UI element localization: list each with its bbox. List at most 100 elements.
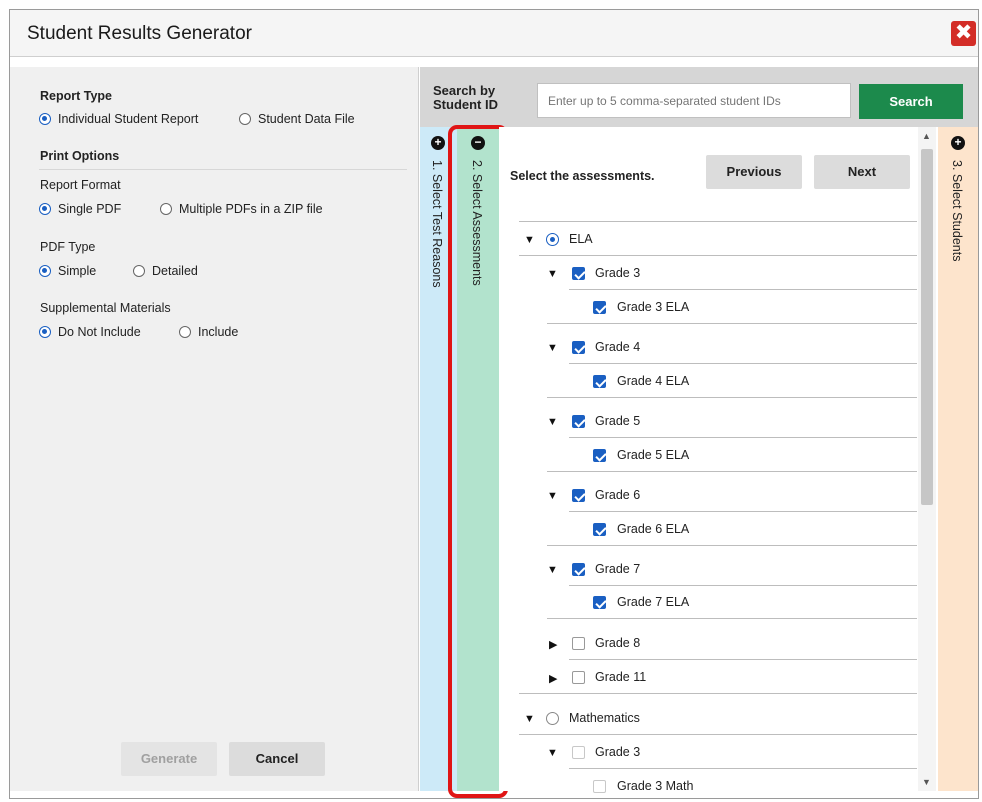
test-row[interactable]: Grade 5 ELA [547, 438, 917, 472]
assessments-panel: Select the assessments. Previous Next ▼ … [499, 127, 938, 793]
grade-label: Grade 5 [595, 414, 641, 428]
grade-row[interactable]: ▼ Grade 6 [547, 478, 917, 512]
caret-right-icon[interactable]: ▶ [549, 638, 557, 651]
test-row[interactable]: Grade 4 ELA [547, 364, 917, 398]
grade-row[interactable]: ▼ Grade 4 [547, 330, 917, 364]
checkbox-checked-icon[interactable] [593, 596, 606, 609]
checkbox-checked-icon[interactable] [572, 267, 585, 280]
radio-student-data-file[interactable]: Student Data File [239, 112, 355, 126]
test-label: Grade 6 ELA [617, 522, 690, 536]
checkbox-unchecked-icon[interactable] [572, 671, 585, 684]
test-label: Grade 5 ELA [617, 448, 690, 462]
radio-selected-icon[interactable] [546, 233, 559, 246]
step-label: 3. Select Students [950, 160, 964, 262]
scroll-up-icon[interactable]: ▲ [922, 131, 931, 141]
divider [519, 693, 917, 694]
radio-detailed[interactable]: Detailed [133, 264, 198, 278]
checkbox-checked-icon[interactable] [593, 301, 606, 314]
grade-row[interactable]: ▼ Grade 5 [547, 404, 917, 438]
student-results-dialog: Student Results Generator ✖ Report Type … [9, 9, 979, 799]
test-label: Grade 3 ELA [617, 300, 690, 314]
radio-selected-icon [39, 326, 51, 338]
radio-single-pdf[interactable]: Single PDF [39, 202, 121, 216]
pdf-type-label: PDF Type [40, 240, 96, 254]
scroll-down-icon[interactable]: ▼ [922, 777, 931, 787]
divider [547, 323, 917, 324]
test-row[interactable]: Grade 3 Math [593, 769, 917, 802]
next-button[interactable]: Next [814, 155, 910, 189]
plus-circle-icon[interactable]: + [951, 136, 965, 150]
checkbox-unchecked-icon[interactable] [572, 746, 585, 759]
plus-circle-icon[interactable]: + [431, 136, 445, 150]
scrollbar[interactable]: ▲ ▼ [918, 127, 936, 791]
grade-row[interactable]: ▶ Grade 11 [519, 660, 917, 694]
radio-selected-icon [39, 113, 51, 125]
divider [547, 397, 917, 398]
grade-row[interactable]: ▼ Grade 7 [547, 552, 917, 586]
caret-down-icon[interactable]: ▼ [547, 490, 558, 502]
search-label-line: Student ID [433, 97, 498, 112]
student-id-search-input[interactable] [537, 83, 851, 118]
checkbox-checked-icon[interactable] [572, 341, 585, 354]
subject-row-ela[interactable]: ▼ ELA [519, 222, 917, 256]
grade-row[interactable]: ▼ Grade 3 [547, 256, 917, 290]
cancel-button[interactable]: Cancel [229, 742, 325, 776]
checkbox-checked-icon[interactable] [593, 375, 606, 388]
caret-down-icon[interactable]: ▼ [547, 342, 558, 354]
caret-down-icon[interactable]: ▼ [547, 268, 558, 280]
caret-right-icon[interactable]: ▶ [549, 672, 557, 685]
search-bar: Search by Student ID Search [420, 67, 978, 127]
test-label: Grade 7 ELA [617, 595, 690, 609]
caret-down-icon[interactable]: ▼ [524, 234, 535, 246]
radio-include[interactable]: Include [179, 325, 238, 339]
scrollbar-thumb[interactable] [921, 149, 933, 505]
radio-multiple-pdfs[interactable]: Multiple PDFs in a ZIP file [160, 202, 323, 216]
close-icon[interactable]: ✖ [951, 21, 976, 46]
subject-label: Mathematics [569, 711, 640, 725]
previous-button[interactable]: Previous [706, 155, 802, 189]
step-label: 1. Select Test Reasons [430, 160, 444, 288]
radio-unselected-icon[interactable] [546, 712, 559, 725]
test-label: Grade 4 ELA [617, 374, 690, 388]
grade-row[interactable]: ▶ Grade 8 [547, 626, 917, 660]
radio-label: Do Not Include [58, 325, 141, 339]
generate-button[interactable]: Generate [121, 742, 217, 776]
test-row[interactable]: Grade 3 ELA [547, 290, 917, 324]
radio-unselected-icon [160, 203, 172, 215]
search-label: Search by Student ID [433, 84, 498, 112]
grade-label: Grade 3 [595, 745, 641, 759]
radio-simple[interactable]: Simple [39, 264, 96, 278]
test-label: Grade 3 Math [617, 779, 694, 793]
caret-down-icon[interactable]: ▼ [524, 713, 535, 725]
radio-label: Single PDF [58, 202, 122, 216]
divider [39, 169, 407, 170]
grade-label: Grade 8 [595, 636, 641, 650]
checkbox-checked-icon[interactable] [572, 415, 585, 428]
caret-down-icon[interactable]: ▼ [547, 416, 558, 428]
subject-label: ELA [569, 232, 593, 246]
print-options-heading: Print Options [40, 149, 120, 163]
assessments-instruction: Select the assessments. [510, 169, 655, 183]
grade-row[interactable]: ▼ Grade 3 [547, 735, 917, 769]
step-select-students[interactable]: + 3. Select Students [938, 127, 978, 791]
grade-label: Grade 3 [595, 266, 641, 280]
caret-down-icon[interactable]: ▼ [547, 564, 558, 576]
search-button[interactable]: Search [859, 84, 963, 119]
radio-individual-student-report[interactable]: Individual Student Report [39, 112, 198, 126]
options-panel: Report Type Individual Student Report St… [10, 67, 419, 791]
test-row[interactable]: Grade 6 ELA [547, 512, 917, 546]
checkbox-checked-icon[interactable] [593, 523, 606, 536]
radio-label: Simple [58, 264, 97, 278]
radio-unselected-icon [239, 113, 251, 125]
radio-label: Include [198, 325, 239, 339]
checkbox-checked-icon[interactable] [572, 489, 585, 502]
checkbox-checked-icon[interactable] [593, 449, 606, 462]
caret-down-icon[interactable]: ▼ [547, 747, 558, 759]
checkbox-checked-icon[interactable] [572, 563, 585, 576]
checkbox-unchecked-icon[interactable] [593, 780, 606, 793]
radio-do-not-include[interactable]: Do Not Include [39, 325, 141, 339]
subject-row-mathematics[interactable]: ▼ Mathematics [519, 701, 917, 735]
checkbox-unchecked-icon[interactable] [572, 637, 585, 650]
divider [547, 545, 917, 546]
test-row[interactable]: Grade 7 ELA [547, 585, 917, 619]
